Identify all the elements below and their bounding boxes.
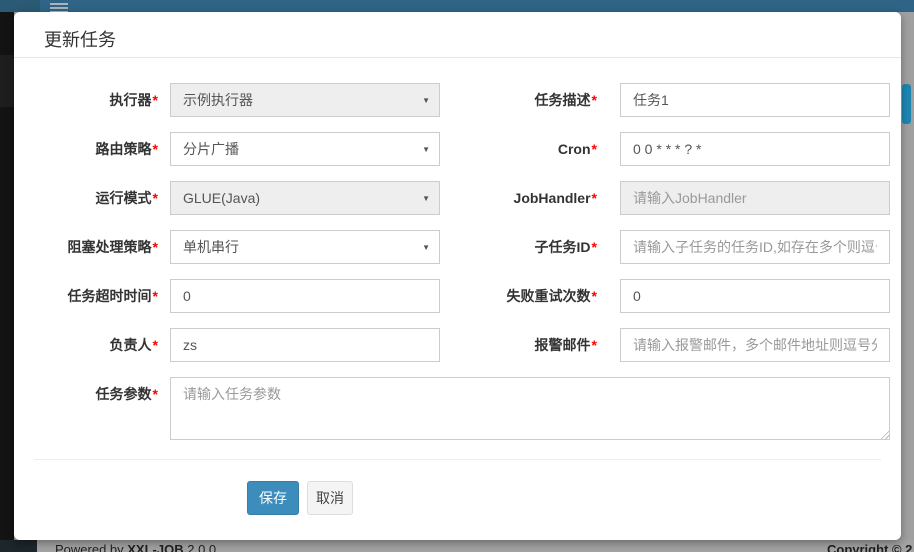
child-jobid-input[interactable]: [620, 230, 890, 264]
chevron-down-icon: ▼: [422, 133, 430, 166]
modal-title: 更新任务: [44, 24, 116, 57]
sidebar: [0, 12, 14, 552]
cron-input[interactable]: [620, 132, 890, 166]
timeout-label: 任务超时时间*: [20, 279, 158, 313]
executor-label: 执行器*: [20, 83, 158, 117]
navbar: [0, 0, 914, 12]
task-desc-input[interactable]: [620, 83, 890, 117]
fail-retry-input[interactable]: [620, 279, 890, 313]
route-strategy-label: 路由策略*: [20, 132, 158, 166]
cancel-button[interactable]: 取消: [307, 481, 353, 515]
block-strategy-select-value: 单机串行: [183, 239, 239, 255]
alarm-email-input[interactable]: [620, 328, 890, 362]
hamburger-icon[interactable]: [50, 0, 68, 12]
executor-select-value: 示例执行器: [183, 92, 253, 108]
glue-type-select[interactable]: GLUE(Java) ▼: [170, 181, 440, 215]
author-input[interactable]: [170, 328, 440, 362]
author-label: 负责人*: [20, 328, 158, 362]
logo-area: [0, 0, 40, 12]
route-strategy-select-value: 分片广播: [183, 141, 239, 157]
job-param-textarea[interactable]: [170, 377, 890, 440]
route-strategy-select[interactable]: 分片广播 ▼: [170, 132, 440, 166]
sidebar-bottom-fragment: [0, 540, 37, 552]
glue-type-select-value: GLUE(Java): [183, 190, 260, 206]
footer-powered-by: Powered by XXL-JOB 2.0.0: [55, 542, 216, 552]
update-task-modal: 更新任务 执行器* 示例执行器 ▼ 任务描述* 路由策略* 分片广播 ▼ Cro…: [14, 12, 901, 540]
sidebar-item-fragment: [0, 55, 14, 107]
timeout-input[interactable]: [170, 279, 440, 313]
job-handler-label: JobHandler*: [440, 181, 597, 215]
block-strategy-label: 阻塞处理策略*: [20, 230, 158, 264]
footer-brand: XXL-JOB: [127, 542, 183, 552]
executor-select[interactable]: 示例执行器 ▼: [170, 83, 440, 117]
form-divider: [34, 459, 881, 460]
child-jobid-label: 子任务ID*: [440, 230, 597, 264]
block-strategy-select[interactable]: 单机串行 ▼: [170, 230, 440, 264]
chevron-down-icon: ▼: [422, 84, 430, 117]
page-footer: Powered by XXL-JOB 2.0.0 Copyright © 2: [37, 540, 914, 552]
chevron-down-icon: ▼: [422, 231, 430, 264]
cron-label: Cron*: [440, 132, 597, 166]
alarm-email-label: 报警邮件*: [440, 328, 597, 362]
save-button[interactable]: 保存: [247, 481, 299, 515]
search-button-fragment: [902, 84, 911, 124]
chevron-down-icon: ▼: [422, 182, 430, 215]
glue-type-label: 运行模式*: [20, 181, 158, 215]
task-desc-label: 任务描述*: [440, 83, 597, 117]
job-param-label: 任务参数*: [20, 377, 158, 411]
screen: Powered by XXL-JOB 2.0.0 Copyright © 2 更…: [0, 0, 914, 552]
job-handler-input[interactable]: [620, 181, 890, 215]
footer-copyright: Copyright © 2: [827, 542, 912, 552]
fail-retry-label: 失败重试次数*: [440, 279, 597, 313]
title-divider: [14, 57, 901, 58]
